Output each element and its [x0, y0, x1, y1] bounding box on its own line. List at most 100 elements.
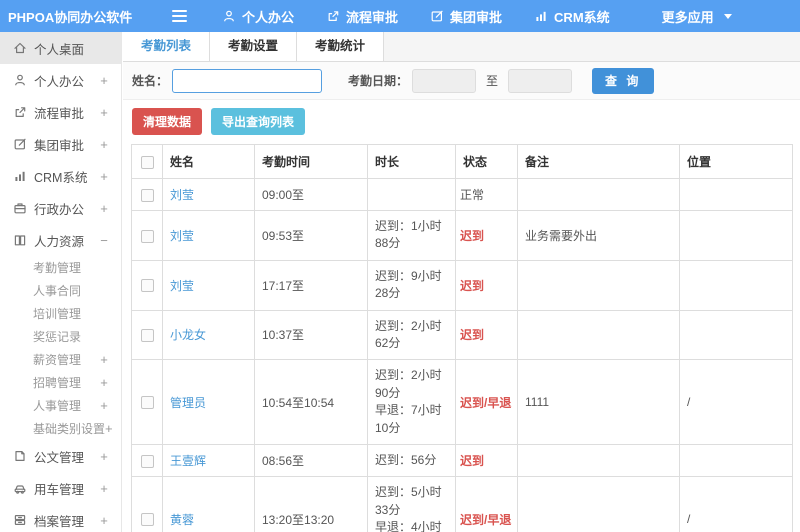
- column-header: 时长: [367, 144, 456, 179]
- duration-cell: 迟到：1小时88分: [367, 210, 456, 261]
- flow-icon: [13, 105, 27, 119]
- nav-item-2[interactable]: 流程审批: [326, 7, 398, 26]
- home-icon: [13, 41, 27, 55]
- expand-plus-icon[interactable]: +: [99, 105, 109, 120]
- name-label: 姓名：: [132, 74, 169, 88]
- sidebar-item-label: 人力资源: [34, 234, 85, 249]
- sidebar-item-label: 流程审批: [34, 106, 85, 121]
- sidebar-item-9[interactable]: 用车管理 +: [0, 472, 121, 504]
- select-all-checkbox[interactable]: [140, 155, 154, 169]
- sidebar-subitem-6[interactable]: 招聘管理 +: [0, 371, 121, 394]
- sidebar-item-label: 行政办公: [34, 202, 85, 217]
- employee-name-link[interactable]: 黄蓉: [170, 513, 194, 527]
- chart-icon: [534, 9, 548, 23]
- attendance-time-cell: 08:56至: [254, 443, 368, 478]
- nav-item-3[interactable]: 集团审批: [430, 7, 502, 26]
- sidebar-subitem-label: 考勤管理: [33, 261, 82, 275]
- expand-plus-icon[interactable]: +: [99, 169, 109, 184]
- employee-name-link[interactable]: 管理员: [170, 396, 206, 410]
- clear-data-button[interactable]: 清理数据: [132, 108, 203, 135]
- expand-plus-icon[interactable]: +: [99, 201, 109, 216]
- archive-icon: [13, 513, 27, 527]
- export-list-button[interactable]: 导出查询列表: [211, 108, 306, 135]
- sidebar-item-7[interactable]: 人力资源 −: [0, 224, 121, 256]
- attendance-time-cell: 10:54至10:54: [254, 359, 368, 445]
- column-header: 考勤时间: [254, 144, 368, 179]
- expand-plus-icon[interactable]: +: [99, 398, 109, 413]
- row-checkbox[interactable]: [140, 396, 154, 410]
- action-bar: 清理数据 导出查询列表: [123, 100, 800, 143]
- date-to-input[interactable]: [508, 68, 573, 93]
- edit-icon: [13, 137, 27, 151]
- sidebar-item-8[interactable]: 公文管理 +: [0, 440, 121, 472]
- location-cell: [679, 443, 793, 478]
- nav-item-5[interactable]: 更多应用: [642, 7, 732, 26]
- column-header: 备注: [517, 144, 680, 179]
- tab-3[interactable]: 考勤统计: [297, 32, 385, 61]
- sidebar-item-3[interactable]: 流程审批 +: [0, 96, 121, 128]
- sidebar-subitem-5[interactable]: 薪资管理 +: [0, 348, 121, 371]
- employee-name-link[interactable]: 王壹辉: [170, 454, 206, 468]
- table-header-row: 姓名 考勤时间 时长 状态 备注 位置: [131, 144, 793, 179]
- nav-item-1[interactable]: 个人办公: [222, 7, 294, 26]
- nav-item-label: 个人办公: [242, 9, 295, 25]
- location-cell: [679, 259, 793, 311]
- app-logo: PHPOA协同办公软件: [8, 9, 133, 25]
- nav-item-label: 流程审批: [346, 9, 399, 25]
- expand-plus-icon[interactable]: +: [105, 421, 113, 436]
- sidebar-item-2[interactable]: 个人办公 +: [0, 64, 121, 96]
- sidebar-item-1[interactable]: 个人桌面: [0, 32, 121, 64]
- expand-plus-icon[interactable]: +: [99, 73, 109, 88]
- column-header: 位置: [679, 144, 793, 179]
- nav-item-4[interactable]: CRM系统: [534, 7, 610, 26]
- row-checkbox[interactable]: [140, 513, 154, 527]
- duration-cell: 迟到：2小时90分 早退：7小时10分: [367, 359, 456, 445]
- sidebar-subitem-label: 人事管理: [33, 399, 82, 413]
- tab-1[interactable]: 考勤列表: [123, 32, 211, 61]
- sidebar-item-5[interactable]: CRM系统 +: [0, 160, 121, 192]
- sidebar-subitem-3[interactable]: 培训管理: [0, 302, 121, 325]
- note-cell: [517, 259, 680, 311]
- expand-plus-icon[interactable]: +: [99, 137, 109, 152]
- expand-plus-icon[interactable]: +: [99, 513, 109, 528]
- collapse-minus-icon[interactable]: −: [99, 233, 109, 248]
- attendance-time-cell: 17:17至: [254, 259, 368, 311]
- row-checkbox[interactable]: [140, 229, 154, 243]
- name-input[interactable]: [172, 68, 323, 93]
- sidebar-subitem-label: 基础类别设置: [33, 422, 106, 436]
- expand-plus-icon[interactable]: +: [99, 449, 109, 464]
- date-from-input[interactable]: [412, 68, 477, 93]
- sidebar-subitem-7[interactable]: 人事管理 +: [0, 394, 121, 417]
- sidebar-subitem-1[interactable]: 考勤管理: [0, 256, 121, 279]
- sidebar-subitem-4[interactable]: 奖惩记录: [0, 325, 121, 348]
- to-label: 至: [486, 74, 499, 88]
- row-checkbox[interactable]: [140, 188, 154, 202]
- sidebar-item-6[interactable]: 行政办公 +: [0, 192, 121, 224]
- expand-plus-icon[interactable]: +: [99, 375, 109, 390]
- sidebar-item-label: 个人办公: [34, 74, 85, 89]
- expand-plus-icon[interactable]: +: [99, 352, 109, 367]
- employee-name-link[interactable]: 小龙女: [170, 328, 206, 342]
- attendance-time-cell: 09:53至: [254, 210, 368, 261]
- status-badge: 迟到: [460, 228, 485, 243]
- employee-name-link[interactable]: 刘莹: [170, 188, 194, 202]
- row-checkbox[interactable]: [140, 454, 154, 468]
- status-badge: 迟到/早退: [460, 395, 512, 410]
- sidebar-item-10[interactable]: 档案管理 +: [0, 504, 121, 532]
- sidebar-subitem-8[interactable]: 基础类别设置 +: [0, 417, 121, 440]
- sidebar-subitem-2[interactable]: 人事合同: [0, 279, 121, 302]
- column-header: 姓名: [162, 144, 255, 179]
- menu-toggle-icon[interactable]: [172, 7, 190, 25]
- row-checkbox[interactable]: [140, 329, 154, 343]
- sidebar-item-4[interactable]: 集团审批 +: [0, 128, 121, 160]
- sidebar-subitem-label: 招聘管理: [33, 376, 82, 390]
- employee-name-link[interactable]: 刘莹: [170, 279, 194, 293]
- apps-icon: [642, 9, 656, 23]
- row-checkbox[interactable]: [140, 279, 154, 293]
- status-badge: 迟到: [460, 328, 485, 343]
- employee-name-link[interactable]: 刘莹: [170, 229, 194, 243]
- expand-plus-icon[interactable]: +: [99, 481, 109, 496]
- query-button[interactable]: 查 询: [592, 67, 655, 94]
- note-cell: [517, 178, 680, 211]
- tab-2[interactable]: 考勤设置: [210, 32, 298, 61]
